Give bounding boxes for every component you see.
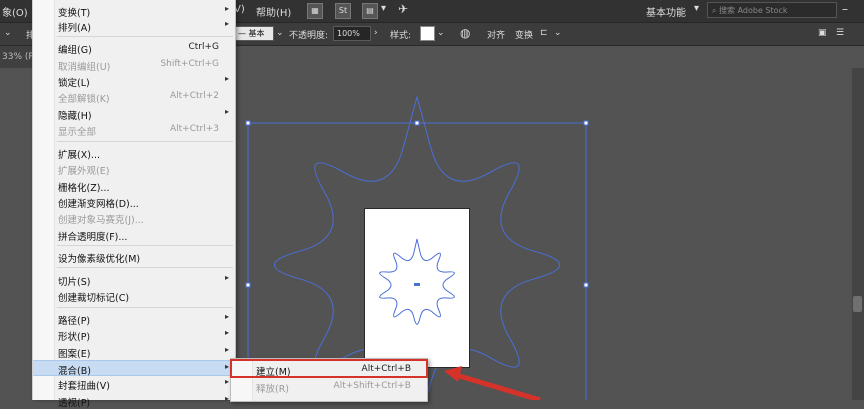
menu-item-label: 路径(P) xyxy=(58,316,91,327)
menu-item-shortcut: Alt+Ctrl+3 xyxy=(169,124,219,134)
menu-separator xyxy=(57,36,233,37)
blend-release-item: 释放(R) Alt+Shift+Ctrl+B xyxy=(231,379,427,395)
menu-item-label: 编组(G) xyxy=(58,45,92,56)
highlight-frame xyxy=(230,359,428,378)
menu-item[interactable]: 变换(T) ▸ xyxy=(33,3,235,19)
menu-item-label: 锁定(L) xyxy=(58,78,90,89)
menu-item-label: 扩展(X)... xyxy=(58,150,100,161)
selection-handle[interactable] xyxy=(245,282,251,288)
menu-item-label: 切片(S) xyxy=(58,277,91,288)
menu-item[interactable]: 形状(P) ▸ xyxy=(33,327,235,343)
menu-item-label: 创建渐变网格(D)... xyxy=(58,199,139,210)
menu-item-label: 排列(A) xyxy=(58,23,91,34)
submenu-arrow-icon: ▸ xyxy=(224,107,229,116)
submenu-arrow-icon: ▸ xyxy=(224,345,229,354)
menu-item-shortcut: Alt+Ctrl+2 xyxy=(169,91,219,101)
menu-item[interactable]: 排列(A) ▸ xyxy=(33,18,235,34)
menu-item-label: 变换(T) xyxy=(58,8,91,19)
selection-handle[interactable] xyxy=(583,120,589,126)
submenu-item-shortcut: Alt+Shift+Ctrl+B xyxy=(333,381,411,391)
menu-item-shortcut: Shift+Ctrl+G xyxy=(160,59,219,69)
submenu-arrow-icon: ▸ xyxy=(224,328,229,337)
menu-item-label: 混合(B) xyxy=(58,366,91,377)
menu-item: 显示全部 Alt+Ctrl+3 xyxy=(33,122,235,138)
submenu-arrow-icon: ▸ xyxy=(224,362,229,371)
menu-separator xyxy=(57,245,233,246)
menu-item[interactable]: 切片(S) ▸ xyxy=(33,272,235,288)
menu-item: 创建对象马赛克(J)... xyxy=(33,210,235,226)
menu-item[interactable]: 设为像素级优化(M) xyxy=(33,249,235,265)
menu-item[interactable]: 编组(G) Ctrl+G xyxy=(33,40,235,56)
menu-item-label: 显示全部 xyxy=(58,127,97,138)
scrollbar-thumb[interactable] xyxy=(853,296,862,312)
menu-item-label: 创建裁切标记(C) xyxy=(58,293,130,304)
submenu-arrow-icon: ▸ xyxy=(224,19,229,28)
menu-item-label: 透视(P) xyxy=(58,398,91,409)
menu-item[interactable]: 路径(P) ▸ xyxy=(33,311,235,327)
menu-item-label: 扩展外观(E) xyxy=(58,166,110,177)
menu-item[interactable]: 混合(B) ▸ xyxy=(33,360,235,377)
selection-handle[interactable] xyxy=(245,120,251,126)
menu-item[interactable]: 锁定(L) ▸ xyxy=(33,73,235,89)
menu-item[interactable]: 扩展(X)... xyxy=(33,145,235,161)
submenu-arrow-icon: ▸ xyxy=(224,394,229,403)
selection-handle[interactable] xyxy=(583,282,589,288)
menu-item-label: 栅格化(Z)... xyxy=(58,183,110,194)
menu-item[interactable]: 封套扭曲(V) ▸ xyxy=(33,376,235,392)
menu-item-label: 形状(P) xyxy=(58,332,91,343)
menu-item: 取消编组(U) Shift+Ctrl+G xyxy=(33,57,235,73)
menu-item-label: 拼合透明度(F)... xyxy=(58,232,128,243)
menu-item[interactable]: 图案(E) ▸ xyxy=(33,344,235,360)
menu-item[interactable]: 创建渐变网格(D)... xyxy=(33,194,235,210)
menu-item-label: 隐藏(H) xyxy=(58,111,92,122)
submenu-arrow-icon: ▸ xyxy=(224,377,229,386)
submenu-item-label: 释放(R) xyxy=(256,384,290,395)
artboard[interactable] xyxy=(364,208,470,368)
menu-item[interactable]: 拼合透明度(F)... xyxy=(33,227,235,243)
menu-item-label: 封套扭曲(V) xyxy=(58,381,110,392)
submenu-arrow-icon: ▸ xyxy=(224,74,229,83)
menu-item[interactable]: 栅格化(Z)... xyxy=(33,178,235,194)
menu-item: 扩展外观(E) xyxy=(33,161,235,177)
menu-item[interactable]: 创建裁切标记(C) xyxy=(33,288,235,304)
menu-item-label: 设为像素级优化(M) xyxy=(58,254,141,265)
menu-item-label: 取消编组(U) xyxy=(58,62,111,73)
object-menu: 变换(T) ▸ 排列(A) ▸ 编组(G) Ctrl+G 取消编组(U) Shift+Ctrl… xyxy=(32,0,236,409)
menu-separator xyxy=(57,307,233,308)
menu-item-label: 创建对象马赛克(J)... xyxy=(58,215,144,226)
selection-handle[interactable] xyxy=(414,120,420,126)
menu-separator xyxy=(57,141,233,142)
submenu-arrow-icon: ▸ xyxy=(224,312,229,321)
menu-item-label: 图案(E) xyxy=(58,349,91,360)
menu-item[interactable]: 透视(P) ▸ xyxy=(33,393,235,409)
vertical-scrollbar[interactable] xyxy=(852,68,864,400)
menu-item-label: 全部解锁(K) xyxy=(58,94,110,105)
submenu-arrow-icon: ▸ xyxy=(224,273,229,282)
menu-item[interactable]: 隐藏(H) ▸ xyxy=(33,106,235,122)
submenu-arrow-icon: ▸ xyxy=(224,4,229,13)
menu-item-shortcut: Ctrl+G xyxy=(188,42,219,52)
menu-separator xyxy=(57,267,233,268)
menu-item: 全部解锁(K) Alt+Ctrl+2 xyxy=(33,89,235,105)
